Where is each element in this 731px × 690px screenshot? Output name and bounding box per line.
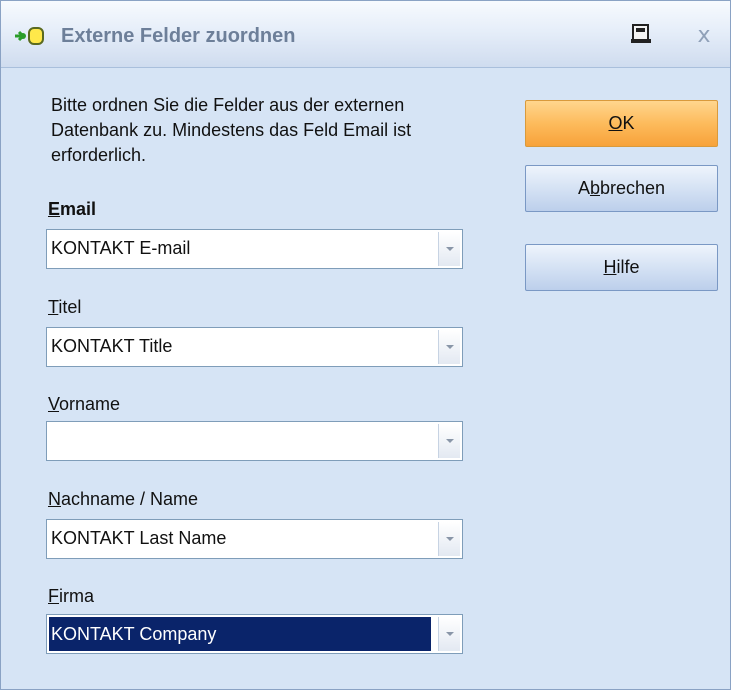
email-combobox-value: KONTAKT E-mail — [51, 238, 191, 258]
ok-button[interactable]: OK — [525, 100, 718, 147]
cancel-button-rest: brechen — [599, 178, 666, 198]
firma-label-rest: irma — [59, 586, 94, 606]
nachname-label-rest: achname / Name — [61, 489, 199, 509]
email-label-rest: mail — [60, 199, 97, 219]
help-button-rest: ilfe — [616, 257, 640, 277]
chevron-down-icon — [446, 632, 454, 636]
firma-dropdown-button[interactable] — [438, 617, 460, 651]
vorname-combobox[interactable] — [46, 421, 463, 461]
firma-combobox-value: KONTAKT Company — [49, 617, 431, 651]
email-label: Email — [48, 199, 96, 220]
vorname-dropdown-button[interactable] — [438, 424, 460, 458]
nachname-combobox-value: KONTAKT Last Name — [51, 528, 227, 548]
cancel-button-pre: A — [577, 178, 590, 198]
chevron-down-icon — [446, 247, 454, 251]
cancel-button[interactable]: Abbrechen — [525, 165, 718, 212]
title-bar[interactable]: Externe Felder zuordnen x — [1, 1, 730, 68]
dialog-window: Externe Felder zuordnen x Bitte ordnen S… — [0, 0, 731, 690]
cancel-button-mnemonic: b — [589, 178, 600, 198]
window-title: Externe Felder zuordnen — [61, 25, 296, 47]
titel-label-mnemonic: T — [48, 297, 59, 317]
nachname-label-mnemonic: N — [48, 489, 61, 509]
ok-button-mnemonic: O — [608, 113, 623, 133]
firma-label: Firma — [48, 586, 94, 607]
nachname-label: Nachname / Name — [48, 489, 198, 510]
email-dropdown-button[interactable] — [438, 232, 460, 266]
titel-label: Titel — [48, 297, 81, 318]
chevron-down-icon — [446, 345, 454, 349]
field-mapping-icon — [15, 27, 44, 45]
email-combobox[interactable]: KONTAKT E-mail — [46, 229, 463, 269]
instructions-text: Bitte ordnen Sie die Felder aus der exte… — [51, 95, 412, 165]
email-label-mnemonic: E — [48, 199, 61, 219]
help-button[interactable]: Hilfe — [525, 244, 718, 291]
help-button-mnemonic: H — [603, 257, 617, 277]
close-icon[interactable]: x — [691, 23, 717, 49]
pin-icon[interactable] — [629, 23, 653, 45]
vorname-label-rest: orname — [59, 394, 121, 414]
ok-button-rest: K — [622, 113, 635, 133]
titel-label-rest: itel — [58, 297, 82, 317]
titel-combobox-value: KONTAKT Title — [51, 336, 173, 356]
vorname-label-mnemonic: V — [48, 394, 60, 414]
firma-label-mnemonic: F — [48, 586, 59, 606]
firma-combobox[interactable]: KONTAKT Company — [46, 614, 463, 654]
chevron-down-icon — [446, 537, 454, 541]
chevron-down-icon — [446, 439, 454, 443]
nachname-combobox[interactable]: KONTAKT Last Name — [46, 519, 463, 559]
vorname-label: Vorname — [48, 394, 120, 415]
nachname-dropdown-button[interactable] — [438, 522, 460, 556]
titel-dropdown-button[interactable] — [438, 330, 460, 364]
titel-combobox[interactable]: KONTAKT Title — [46, 327, 463, 367]
